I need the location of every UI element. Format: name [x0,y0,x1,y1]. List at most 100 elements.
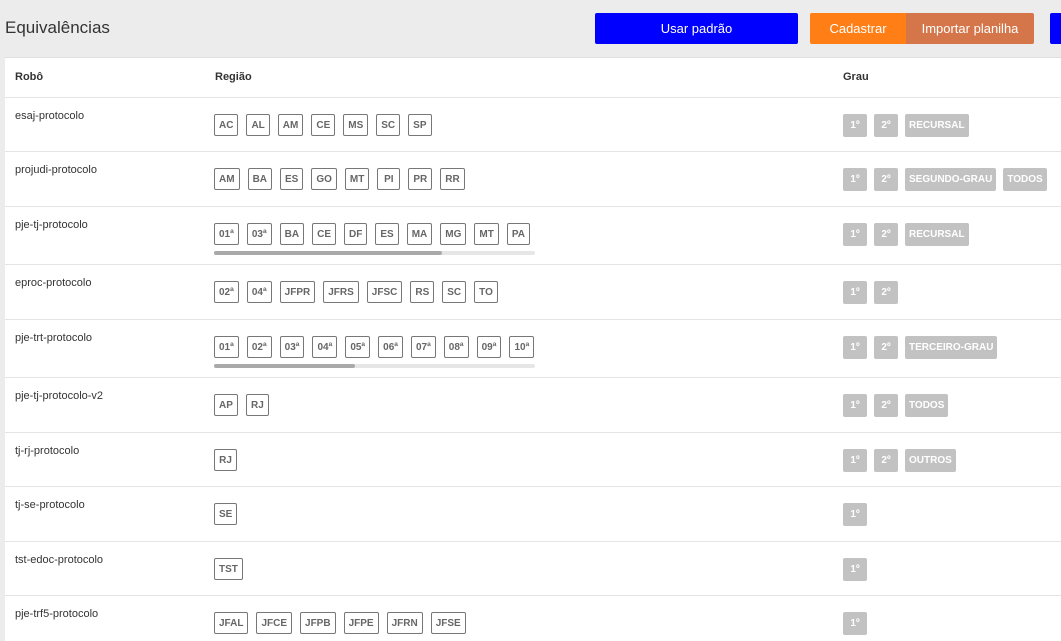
region-tag[interactable]: TO [474,281,498,303]
region-tag[interactable]: JFPR [279,281,316,303]
region-tag[interactable]: AP [214,394,238,416]
region-tag[interactable]: SC [442,281,467,303]
region-scrollbar[interactable] [214,364,535,368]
region-tag[interactable]: JFRN [386,612,423,634]
grade-tag[interactable]: RECURSAL [905,114,969,137]
region-list: JFAL JFCE JFPB JFPE JFRN JFSE [214,612,535,634]
region-tag[interactable]: PI [377,168,401,190]
region-list-inner: SE [214,503,535,525]
region-tag[interactable]: AM [277,114,304,136]
grade-tag[interactable]: RECURSAL [905,223,969,246]
region-scrollbar[interactable] [214,251,535,255]
region-tag[interactable]: 07ª [410,336,436,358]
grade-tag[interactable]: 2º [874,449,898,472]
extra-action-button[interactable] [1050,13,1061,44]
grade-list: 1º 2º RECURSAL [843,114,976,137]
region-tag[interactable]: RS [410,281,435,303]
region-tag[interactable]: SE [214,503,238,525]
register-button[interactable]: Cadastrar [810,13,906,44]
region-tag[interactable]: ES [280,168,304,190]
region-tag[interactable]: 09ª [476,336,502,358]
region-list-inner: AP RJ [214,394,535,416]
region-tag[interactable]: PR [408,168,433,190]
region-tag[interactable]: TST [214,558,243,580]
region-tag[interactable]: BA [247,168,273,190]
grade-tag[interactable]: 2º [874,223,898,246]
region-tag[interactable]: AM [214,168,240,190]
region-tag[interactable]: 06ª [378,336,403,358]
grade-tag[interactable]: 1º [843,449,867,472]
region-tag[interactable]: ES [375,223,399,245]
region-tag[interactable]: JFRS [323,281,359,303]
region-tag[interactable]: AL [246,114,270,136]
region-tag[interactable]: 08ª [443,336,469,358]
region-tag[interactable]: 03ª [246,223,272,245]
region-tag[interactable]: GO [311,168,337,190]
grade-tag[interactable]: TODOS [905,394,949,417]
robot-name: pje-tj-protocolo [15,219,88,231]
region-tag[interactable]: AC [214,114,239,136]
region-tag[interactable]: CE [312,223,337,245]
region-tag[interactable]: MT [344,168,370,190]
region-tag[interactable]: 03ª [279,336,305,358]
grade-list: 1º [843,503,874,526]
table-row: pje-trt-protocolo 01ª 02ª 03ª 04ª 05ª 06ª 07ª 08… [5,320,1061,378]
grade-tag[interactable]: 2º [874,336,898,359]
region-tag[interactable]: BA [279,223,305,245]
region-tag[interactable]: 05ª [345,336,371,358]
region-tag[interactable]: 10ª [509,336,535,358]
grade-tag[interactable]: 1º [843,114,867,137]
region-tag[interactable]: RJ [214,449,237,471]
grade-tag[interactable]: 1º [843,281,867,304]
region-tag[interactable]: 04ª [246,281,272,303]
region-tag[interactable]: DF [344,223,368,245]
grade-tag[interactable]: 1º [843,558,867,581]
grade-tag[interactable]: 1º [843,503,867,526]
region-tag[interactable]: JFPB [300,612,336,634]
equivalences-table: Robô Região Grau esaj-protocolo AC AL AM CE M… [5,57,1061,641]
grade-tag[interactable]: OUTROS [905,449,956,472]
region-tag[interactable]: SC [376,114,401,136]
region-tag[interactable]: RR [440,168,465,190]
grade-tag[interactable]: 1º [843,168,867,191]
scrollbar-thumb[interactable] [214,364,356,368]
region-tag[interactable]: 04ª [312,336,338,358]
region-tag[interactable]: 01ª [214,223,239,245]
grade-tag[interactable]: 1º [843,612,867,635]
table-row: pje-trf5-protocolo JFAL JFCE JFPB JFPE JFRN JF… [5,596,1061,641]
region-tag[interactable]: MG [440,223,467,245]
grade-list: 1º 2º RECURSAL [843,223,976,246]
region-tag[interactable]: 02ª [214,281,239,303]
region-tag[interactable]: JFCE [256,612,293,634]
region-tag[interactable]: MA [406,223,433,245]
use-default-button[interactable]: Usar padrão [595,13,798,44]
scrollbar-thumb[interactable] [214,251,442,255]
region-tag[interactable]: RJ [245,394,269,416]
region-tag[interactable]: SP [408,114,432,136]
robot-name: pje-tj-protocolo-v2 [15,390,104,402]
grade-tag[interactable]: SEGUNDO-GRAU [905,168,997,191]
grade-tag[interactable]: 2º [874,281,898,304]
grade-list: 1º 2º [843,281,905,304]
grade-tag[interactable]: 2º [874,114,898,137]
grade-tag[interactable]: 2º [874,394,898,417]
region-tag[interactable]: PA [506,223,530,245]
grade-tag[interactable]: 1º [843,394,867,417]
region-tag[interactable]: 01ª [214,336,239,358]
region-tag[interactable]: MT [474,223,499,245]
region-tag[interactable]: MS [343,114,369,136]
grade-tag[interactable]: TODOS [1003,168,1047,191]
region-tag[interactable]: JFPE [343,612,379,634]
region-tag[interactable]: JFAL [214,612,249,634]
header-robot: Robô [15,71,44,83]
grade-tag[interactable]: 2º [874,168,898,191]
grade-tag[interactable]: 1º [843,223,867,246]
import-spreadsheet-button[interactable]: Importar planilha [906,13,1034,44]
region-tag[interactable]: 02ª [246,336,272,358]
region-tag[interactable]: JFSE [430,612,466,634]
region-tag[interactable]: JFSC [366,281,403,303]
table-row: tj-rj-protocolo RJ 1º 2º OUTROS [5,433,1061,487]
region-tag[interactable]: CE [311,114,336,136]
grade-tag[interactable]: 1º [843,336,867,359]
grade-tag[interactable]: TERCEIRO-GRAU [905,336,998,359]
